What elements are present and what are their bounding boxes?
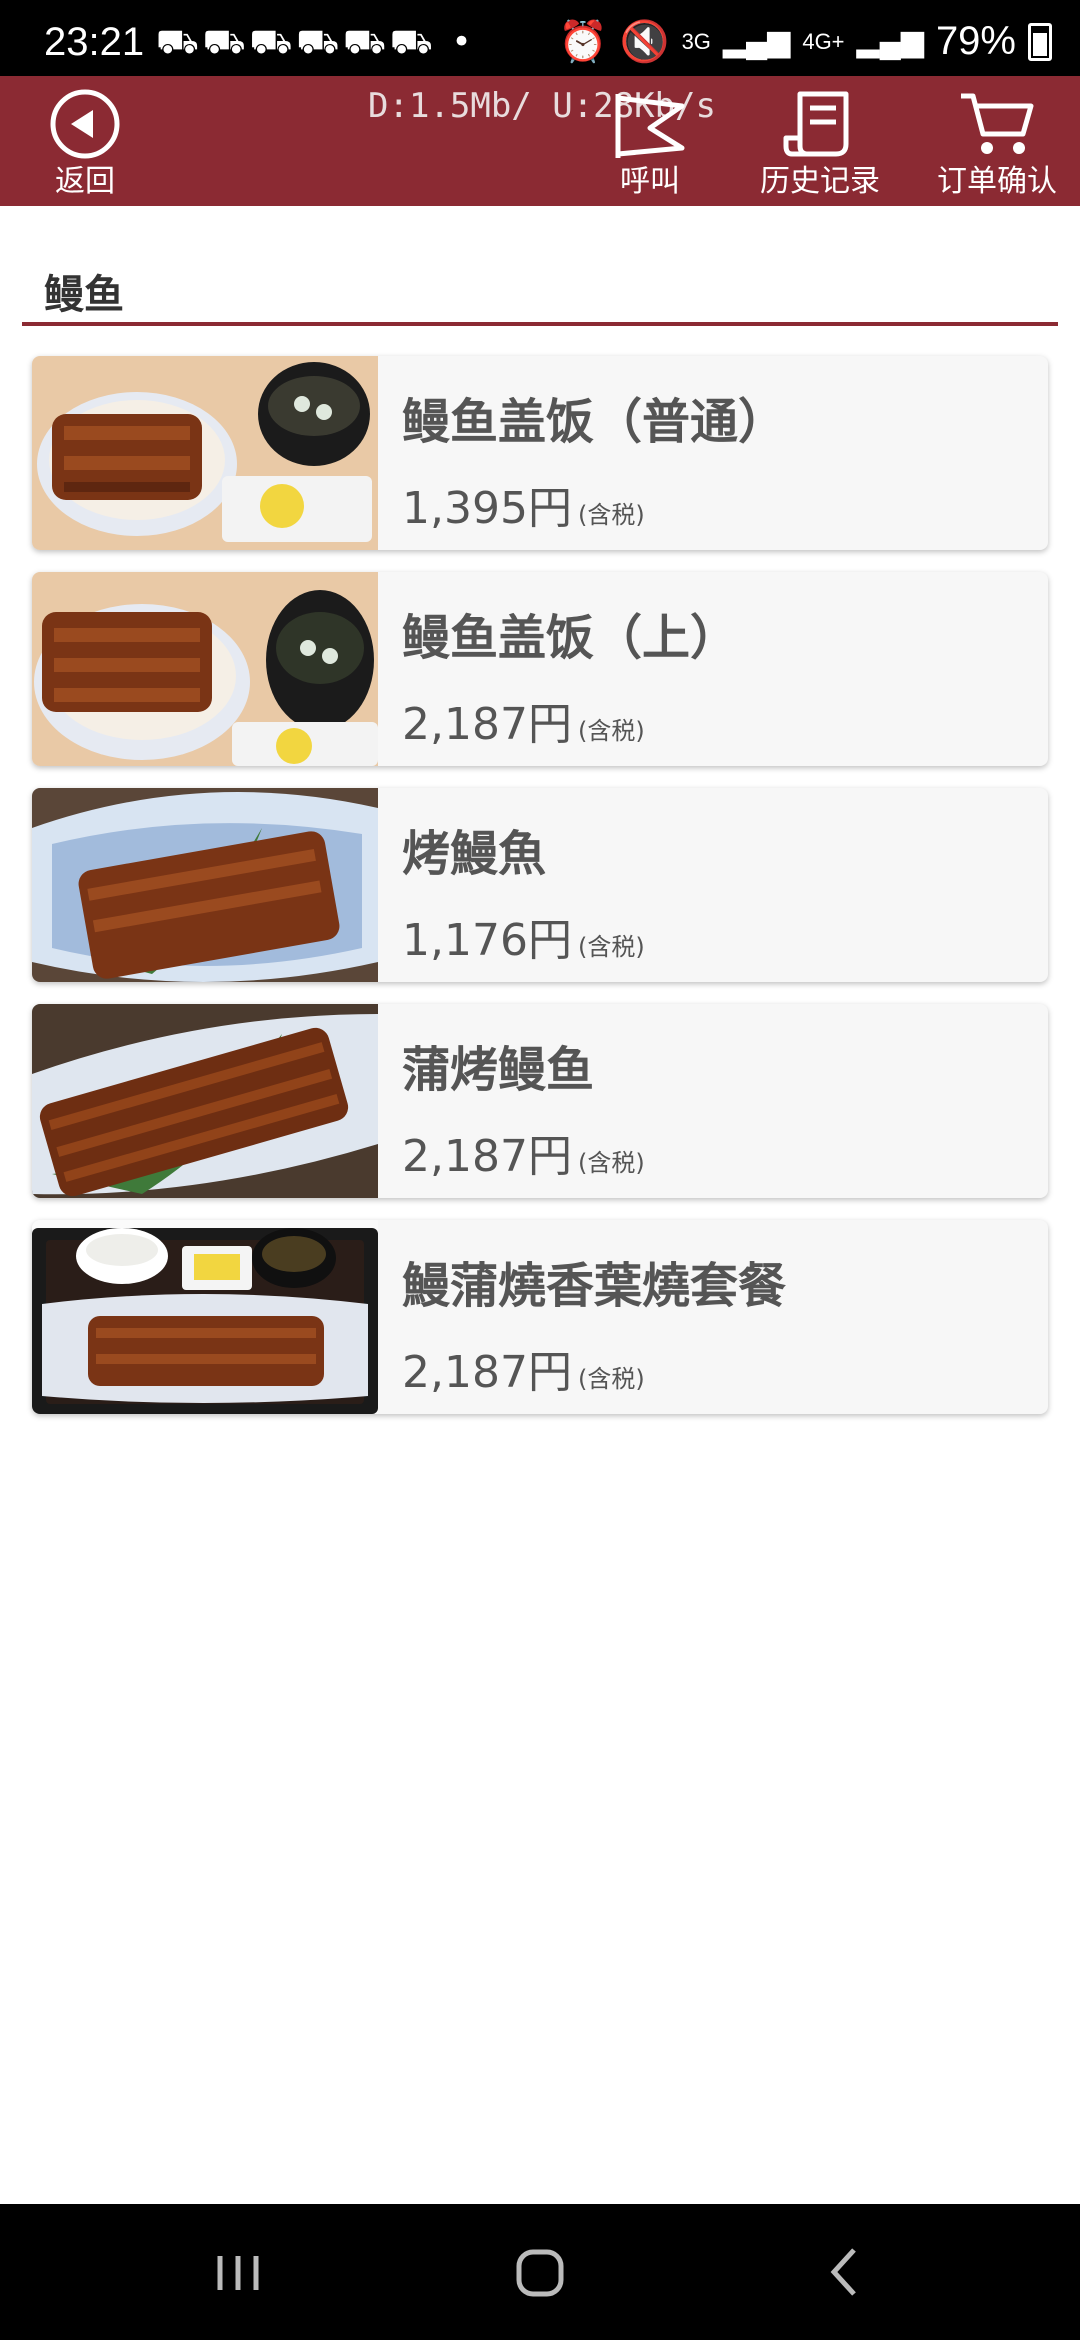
back-label: 返回	[55, 164, 115, 199]
tax-note: (含税)	[577, 1365, 645, 1393]
recent-apps-icon	[217, 2256, 259, 2290]
item-price: 1,395円 (含税)	[402, 472, 645, 536]
back-nav-button[interactable]	[772, 2204, 912, 2340]
item-name: 鳗鱼盖饭（上）	[402, 610, 739, 666]
history-button[interactable]: 历史记录	[745, 76, 895, 206]
section-divider	[22, 322, 1058, 326]
cart-icon	[957, 88, 1037, 164]
cart-label: 订单确认	[937, 164, 1057, 199]
food-photo-unadon-jou	[32, 572, 378, 766]
tax-note: (含税)	[577, 1149, 645, 1177]
price-value: 2,187円	[402, 1347, 572, 1398]
price-value: 2,187円	[402, 699, 572, 750]
menu-item-card[interactable]: 鳗鱼盖饭（上） 2,187円 (含税)	[32, 572, 1048, 766]
item-price: 2,187円 (含税)	[402, 1336, 645, 1400]
battery-icon	[1028, 22, 1052, 61]
signal-icon: ▂▄▆	[856, 25, 924, 58]
status-time: 23:21	[44, 20, 145, 64]
price-value: 1,395円	[402, 483, 572, 534]
tax-note: (含税)	[577, 501, 645, 529]
item-name: 鳗鱼盖饭（普通）	[402, 394, 787, 450]
menu-list: 鳗鱼盖饭（普通） 1,395円(含税) 鳗鱼盖饭（上） 2,187円(含税)	[32, 356, 1048, 1436]
menu-item-card[interactable]: 鰻蒲燒香葉燒套餐 2,187円 (含税)	[32, 1220, 1048, 1414]
item-price: 1,176円 (含税)	[402, 904, 645, 968]
notification-icons: ⛟⛟⛟⛟⛟⛟ •	[156, 22, 476, 62]
menu-item-card[interactable]: 蒲烤鳗鱼 2,187円 (含税)	[32, 1004, 1048, 1198]
home-icon	[516, 2249, 564, 2297]
signal-icon: ▂▄▆	[722, 25, 791, 58]
call-label: 呼叫	[620, 164, 680, 199]
status-bar: 23:21 ⛟⛟⛟⛟⛟⛟ • ⏰ 🔇 3G ▂▄▆ 4G+ ▂▄▆ 79%	[0, 0, 1080, 76]
tax-note: (含税)	[577, 717, 645, 745]
system-nav-bar	[0, 2204, 1080, 2340]
back-arrow-icon	[49, 88, 121, 164]
item-name: 烤鰻魚	[402, 826, 547, 882]
cart-button[interactable]: 订单确认	[922, 76, 1072, 206]
price-value: 1,176円	[402, 915, 572, 966]
item-name: 蒲烤鳗鱼	[402, 1042, 595, 1098]
menu-item-card[interactable]: 鳗鱼盖饭（普通） 1,395円 (含税)	[32, 356, 1048, 550]
network-4g-label: 4G+	[802, 28, 845, 54]
battery-percent: 79%	[935, 19, 1016, 63]
chevron-left-icon	[830, 2248, 856, 2296]
home-button[interactable]	[470, 2204, 610, 2340]
food-photo-kabayaki-long	[32, 1004, 378, 1198]
recent-apps-button[interactable]	[168, 2204, 308, 2340]
back-button[interactable]: 返回	[20, 76, 150, 206]
app-header: D:1.5Mb/ U:28Kb/s 返回 呼叫 历史记录 订单确认	[0, 76, 1080, 206]
item-name: 鰻蒲燒香葉燒套餐	[402, 1258, 787, 1314]
call-flag-icon	[610, 88, 690, 164]
food-photo-set-meal	[32, 1220, 378, 1414]
network-3g-label: 3G	[681, 28, 711, 54]
food-photo-kabayaki-plate	[32, 788, 378, 982]
receipt-icon	[782, 88, 858, 164]
status-indicators: ⏰ 🔇 3G ▂▄▆ 4G+ ▂▄▆ 79%	[558, 18, 1052, 65]
section-title: 鳗鱼	[44, 272, 124, 318]
menu-item-card[interactable]: 烤鰻魚 1,176円 (含税)	[32, 788, 1048, 982]
tax-note: (含税)	[577, 933, 645, 961]
history-label: 历史记录	[760, 164, 880, 199]
food-photo-unadon	[32, 356, 378, 550]
price-value: 2,187円	[402, 1131, 572, 1182]
call-button[interactable]: 呼叫	[580, 76, 720, 206]
alarm-icon: ⏰	[557, 20, 608, 64]
item-price: 2,187円 (含税)	[402, 688, 645, 752]
item-price: 2,187円 (含税)	[402, 1120, 645, 1184]
mute-icon: 🔇	[619, 20, 670, 64]
